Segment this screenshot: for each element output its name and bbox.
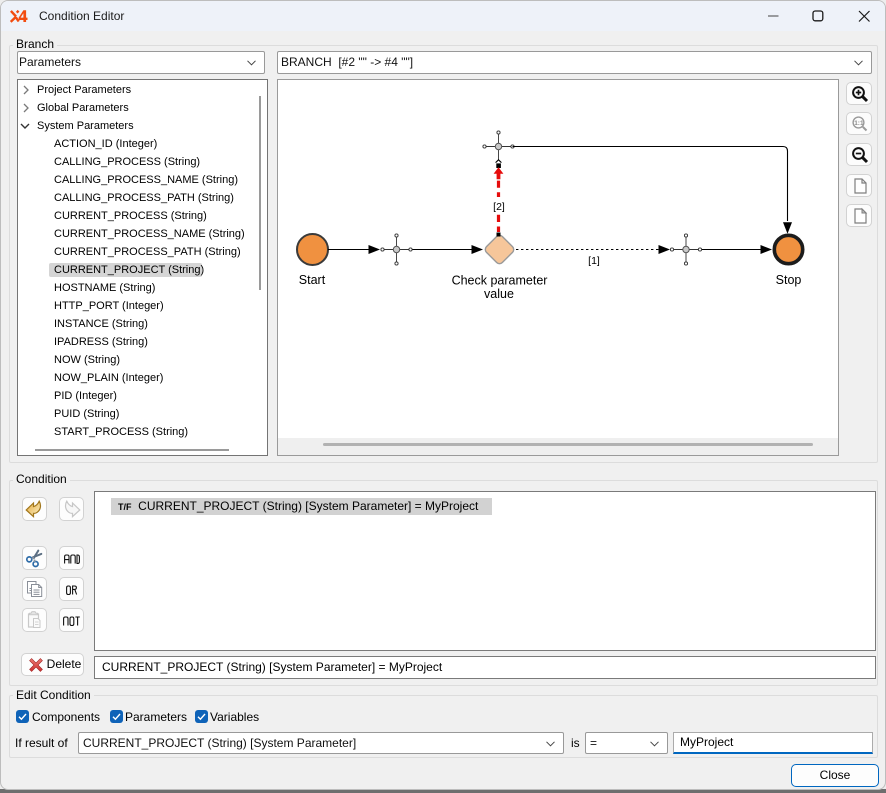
svg-text:value: value [484,287,514,301]
svg-text:Stop: Stop [776,273,802,287]
svg-text:Check parameter: Check parameter [452,274,548,288]
svg-text:Start: Start [299,273,326,287]
svg-text:[1]: [1] [588,255,600,267]
svg-text:[2]: [2] [493,201,505,213]
svg-text:1:1: 1:1 [854,120,864,127]
